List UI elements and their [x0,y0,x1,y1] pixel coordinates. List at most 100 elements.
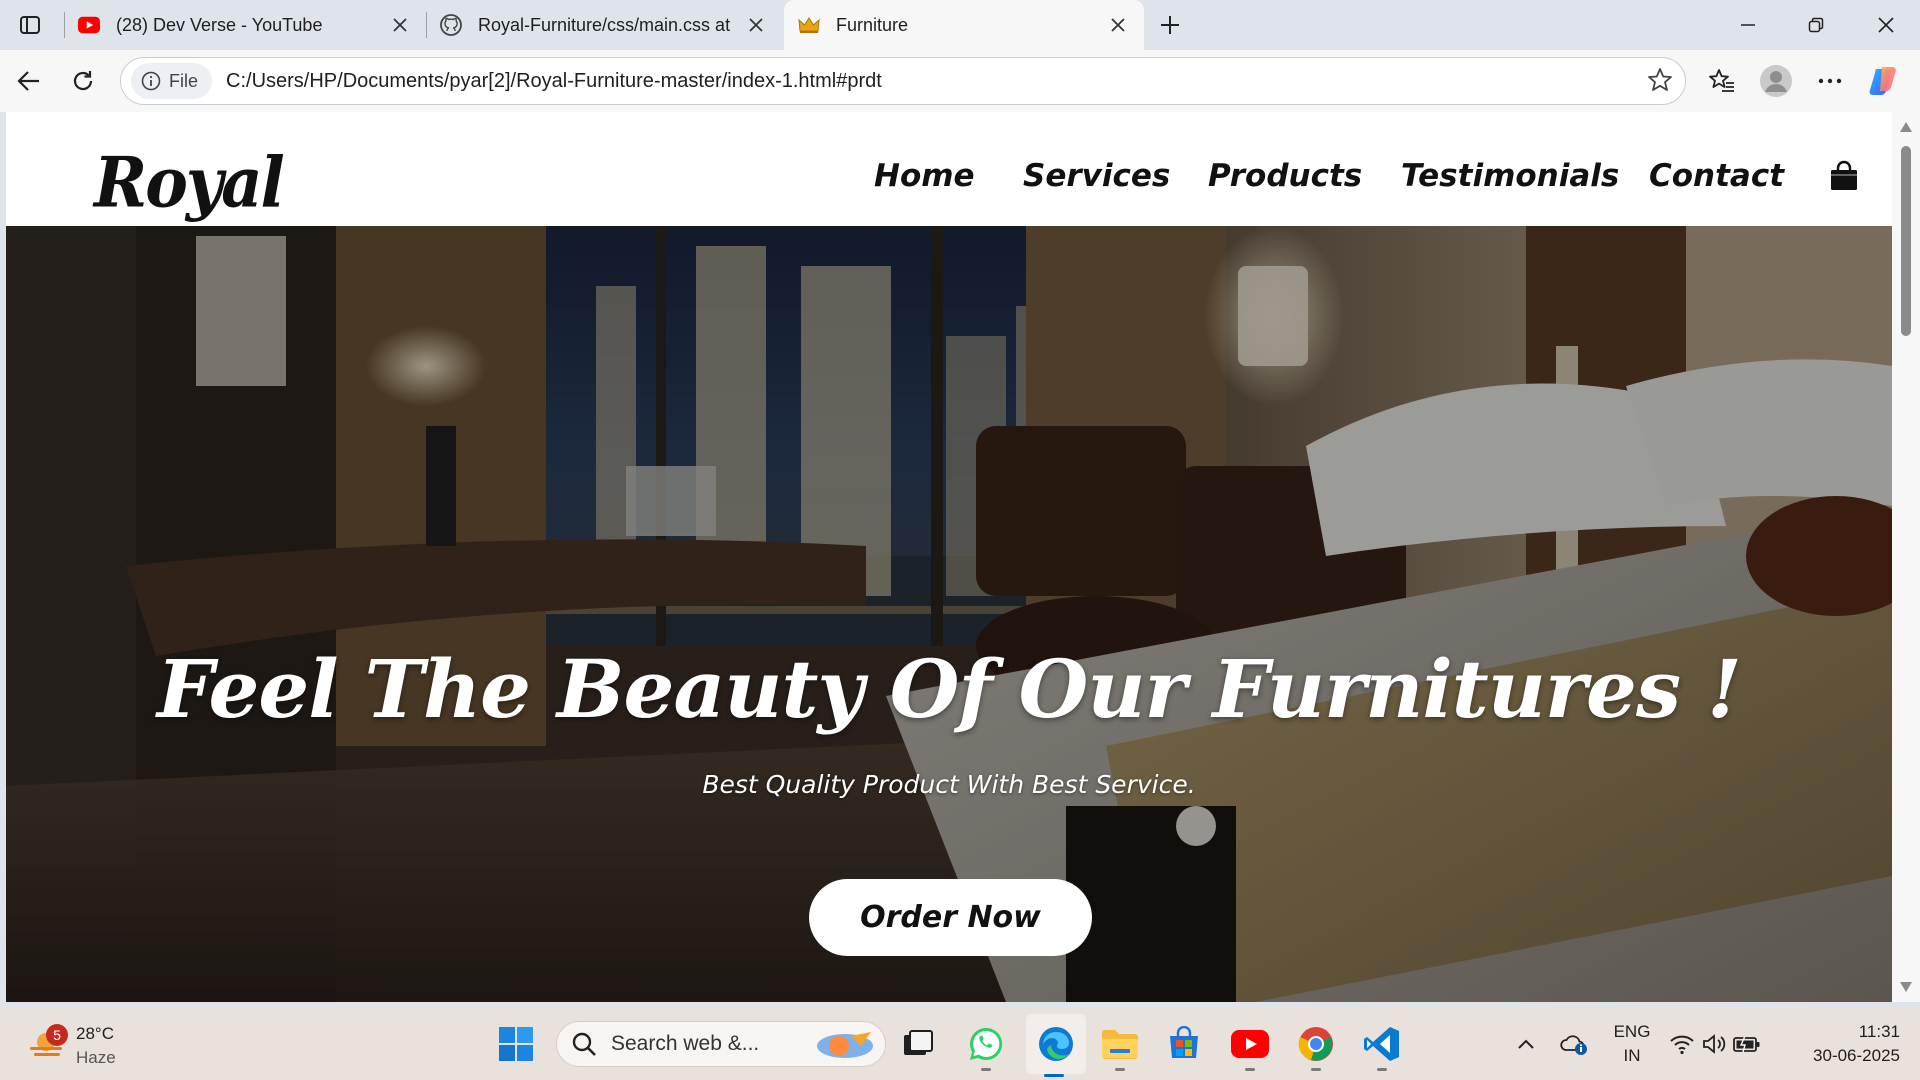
nav-products[interactable]: Products [1208,158,1362,194]
hero-subtitle: Best Quality Product With Best Service. [702,770,1196,799]
back-arrow-icon [17,71,39,91]
close-tab-icon[interactable] [1106,13,1130,37]
tab-strip: (28) Dev Verse - YouTube Royal-Furniture… [0,0,1920,50]
reload-icon [73,71,93,91]
page-scrollbar[interactable] [1892,112,1920,1002]
scroll-up-arrow-icon[interactable] [1900,122,1912,132]
running-indicator [981,1068,991,1071]
folder-icon [1102,1030,1138,1059]
plus-icon [1161,16,1179,34]
site-logo[interactable]: Royal [94,143,285,224]
nav-home[interactable]: Home [874,158,975,194]
vscode-button[interactable] [1360,1022,1404,1066]
close-icon [1878,17,1894,33]
url-text[interactable]: C:/Users/HP/Documents/pyar[2]/Royal-Furn… [226,70,882,93]
address-bar[interactable]: File C:/Users/HP/Documents/pyar[2]/Royal… [120,57,1686,105]
tab-title: (28) Dev Verse - YouTube [116,14,323,35]
clock-date[interactable]: 30-06-2025 [1786,1046,1900,1066]
github-icon [440,14,462,36]
site-header: Royal Home Services Products Testimonial… [6,112,1892,226]
tab-actions-icon [20,16,40,34]
more-dots-icon [1818,78,1842,84]
nav-services[interactable]: Services [1023,158,1170,194]
taskbar: 5 28°C Haze Search web &... ENG IN 11:31… [0,1008,1920,1080]
close-window-button[interactable] [1856,0,1916,50]
running-indicator [1245,1068,1255,1071]
minimize-icon [1741,24,1755,26]
profile-button[interactable] [1757,62,1795,100]
cloud-sync-icon [1560,1035,1587,1055]
chrome-button[interactable] [1294,1022,1338,1066]
copilot-icon [1869,67,1896,95]
quick-settings-button[interactable] [1666,1022,1764,1066]
whatsapp-button[interactable] [964,1022,1008,1066]
language-line2[interactable]: IN [1610,1046,1654,1066]
show-hidden-icons-button[interactable] [1504,1022,1548,1066]
edge-button[interactable] [1034,1022,1078,1066]
tab-furniture[interactable]: Furniture [784,0,1144,50]
task-view-icon [904,1030,933,1055]
favorite-star-icon[interactable] [1647,67,1673,98]
start-button[interactable] [494,1022,538,1066]
tab-title: Royal-Furniture/css/main.css at m [478,14,736,35]
whatsapp-icon [970,1027,1003,1060]
youtube-icon [78,14,100,36]
reload-button[interactable] [64,62,102,100]
chrome-icon [1298,1027,1333,1061]
scrollbar-thumb[interactable] [1901,146,1911,336]
favorites-button[interactable] [1703,62,1741,100]
onedrive-button[interactable] [1552,1022,1596,1066]
hero-title: Feel The Beauty Of Our Furnitures ! [157,642,1742,736]
more-menu-button[interactable] [1811,62,1849,100]
windows-start-icon [499,1027,533,1061]
edge-browser-icon [1039,1027,1073,1061]
task-view-button[interactable] [896,1022,940,1066]
close-tab-icon[interactable] [744,13,768,37]
hero-section: Feel The Beauty Of Our Furnitures ! Best… [6,226,1892,1002]
taskbar-search[interactable]: Search web &... [556,1021,886,1067]
tab-youtube[interactable]: (28) Dev Verse - YouTube [64,0,426,50]
clock-time[interactable]: 11:31 [1786,1022,1900,1042]
restore-icon [1808,17,1824,33]
shopping-bag-icon[interactable] [1828,160,1860,197]
weather-condition: Haze [76,1048,116,1067]
crown-icon [798,14,820,36]
avatar-icon [1760,65,1792,97]
language-line1[interactable]: ENG [1610,1022,1654,1042]
weather-temp: 28°C [76,1024,114,1043]
site-info-button[interactable]: File [131,63,213,99]
close-tab-icon[interactable] [388,13,412,37]
search-icon [572,1032,596,1056]
tab-github[interactable]: Royal-Furniture/css/main.css at m [426,0,782,50]
active-indicator [1044,1074,1064,1077]
weather-widget[interactable]: 5 28°C Haze [24,1020,134,1070]
microsoft-store-icon [1170,1026,1198,1058]
restore-button[interactable] [1786,0,1846,50]
page-viewport: Royal Home Services Products Testimonial… [6,112,1892,1002]
info-icon [141,71,161,91]
youtube-app-button[interactable] [1228,1022,1272,1066]
battery-icon [1733,1035,1760,1053]
scroll-down-arrow-icon[interactable] [1900,982,1912,992]
wifi-icon [1670,1035,1694,1055]
running-indicator [1311,1068,1321,1071]
running-indicator [1115,1068,1125,1071]
vscode-icon [1364,1027,1399,1061]
store-button[interactable] [1162,1022,1206,1066]
copilot-button[interactable] [1866,62,1904,100]
minimize-button[interactable] [1718,0,1778,50]
order-now-button[interactable]: Order Now [809,879,1092,956]
nav-contact[interactable]: Contact [1649,158,1784,194]
tab-actions-button[interactable] [0,0,60,50]
volume-icon [1703,1034,1726,1054]
new-tab-button[interactable] [1140,0,1200,50]
nav-testimonials[interactable]: Testimonials [1401,158,1619,194]
youtube-icon [1231,1030,1269,1058]
browser-toolbar: File C:/Users/HP/Documents/pyar[2]/Royal… [0,50,1920,112]
file-explorer-button[interactable] [1098,1022,1142,1066]
back-button[interactable] [10,62,48,100]
search-placeholder: Search web &... [611,1032,760,1055]
notification-badge: 5 [46,1024,68,1046]
chevron-up-icon [1518,1039,1534,1049]
site-info-label: File [169,70,199,91]
